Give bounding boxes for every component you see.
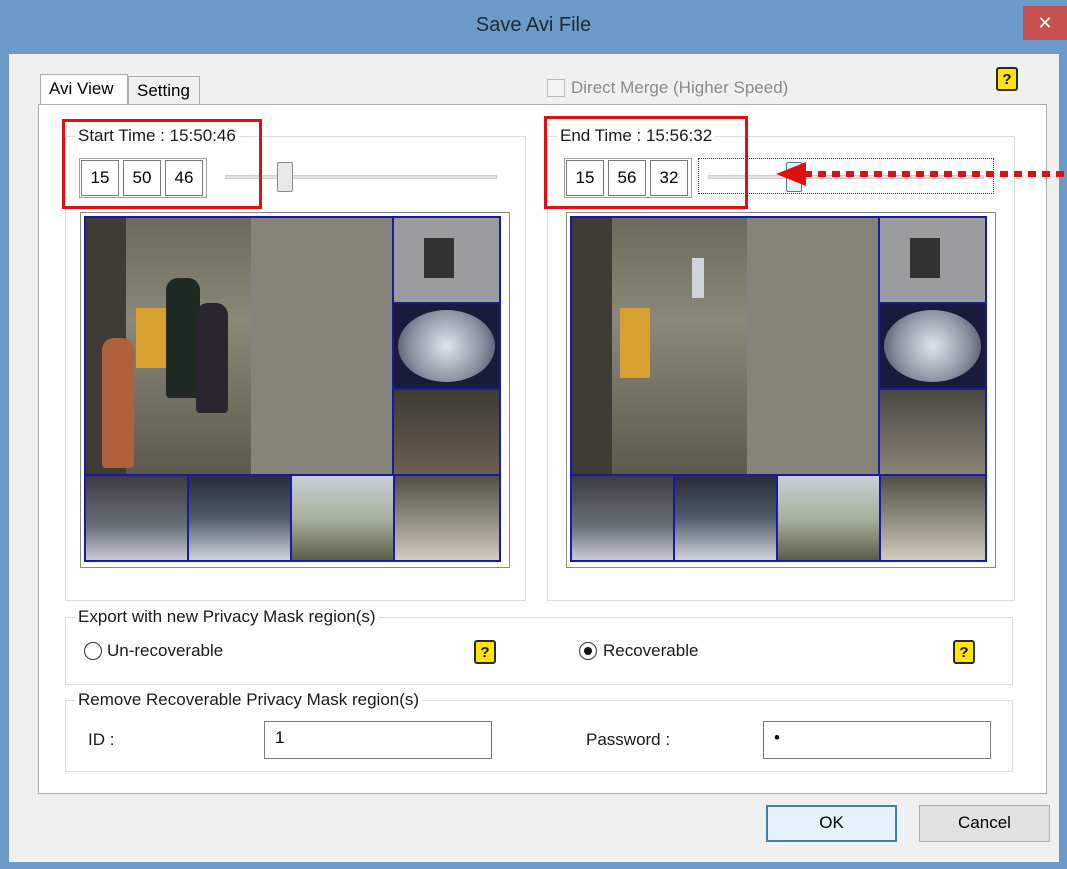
unrecoverable-radio[interactable]	[84, 642, 102, 660]
start-cam-person	[102, 338, 134, 468]
unrecoverable-help-icon[interactable]: ?	[474, 640, 496, 664]
start-time-highlight	[62, 119, 262, 209]
end-time-highlight	[544, 116, 748, 209]
start-camera-3[interactable]	[394, 304, 499, 388]
end-camera-7[interactable]	[778, 476, 879, 560]
password-label: Password :	[586, 730, 671, 749]
start-camera-4[interactable]	[394, 390, 499, 474]
start-camera-6[interactable]	[189, 476, 290, 560]
close-button[interactable]: ✕	[1023, 6, 1067, 40]
end-camera-3[interactable]	[880, 304, 985, 388]
start-cam3-fisheye	[398, 310, 495, 382]
recoverable-label[interactable]: Recoverable	[603, 641, 698, 661]
start-time-slider-track[interactable]	[225, 175, 497, 179]
end-cam-wall	[747, 218, 878, 474]
end-cam-doorframe	[572, 218, 612, 474]
end-camera-8[interactable]	[881, 476, 985, 560]
start-cam2-detail	[424, 238, 454, 278]
window-title: Save Avi File	[475, 14, 592, 36]
start-cam-wall	[251, 218, 392, 474]
annotation-arrow-head	[776, 162, 806, 186]
password-input[interactable]: •	[763, 721, 991, 759]
cancel-button[interactable]: Cancel	[919, 805, 1050, 842]
start-camera-8[interactable]	[395, 476, 499, 560]
id-label: ID :	[88, 730, 115, 749]
start-camera-2[interactable]	[394, 218, 499, 302]
start-camera-5[interactable]	[86, 476, 187, 560]
close-icon: ✕	[1037, 13, 1053, 33]
help-icon-glyph: ?	[1002, 71, 1012, 88]
end-cam2-detail	[910, 238, 940, 278]
end-camera-4[interactable]	[880, 390, 985, 474]
help-icon[interactable]: ?	[996, 67, 1018, 91]
end-cam-person	[692, 258, 704, 298]
end-cam3-fisheye	[884, 310, 981, 382]
recoverable-help-icon[interactable]: ?	[953, 640, 975, 664]
start-camera-grid	[84, 216, 501, 562]
end-camera-6[interactable]	[675, 476, 776, 560]
start-camera-main[interactable]	[86, 218, 392, 474]
tab-setting[interactable]: Setting	[128, 76, 200, 106]
help-icon-glyph: ?	[480, 644, 490, 661]
unrecoverable-label[interactable]: Un-recoverable	[107, 641, 223, 661]
ok-button[interactable]: OK	[766, 805, 897, 842]
tab-avi-view[interactable]: Avi View	[40, 74, 128, 106]
id-input[interactable]: 1	[264, 721, 492, 759]
annotation-arrow	[776, 162, 1066, 186]
end-camera-grid	[570, 216, 987, 562]
recoverable-radio[interactable]	[579, 642, 597, 660]
direct-merge-label: Direct Merge (Higher Speed)	[571, 78, 789, 97]
privacy-remove-legend: Remove Recoverable Privacy Mask region(s…	[75, 690, 423, 710]
end-cam-boxes	[620, 308, 650, 378]
tab-setting-label: Setting	[137, 81, 190, 100]
start-time-slider-thumb[interactable]	[276, 162, 293, 192]
help-icon-glyph: ?	[959, 644, 969, 661]
start-cam-person	[196, 303, 228, 413]
tab-avi-view-label: Avi View	[49, 79, 114, 98]
start-cam-boxes	[136, 308, 166, 368]
end-camera-5[interactable]	[572, 476, 673, 560]
end-camera-main[interactable]	[572, 218, 878, 474]
start-camera-7[interactable]	[292, 476, 393, 560]
end-camera-2[interactable]	[880, 218, 985, 302]
radio-selected-dot	[584, 647, 592, 655]
direct-merge-checkbox[interactable]	[547, 79, 565, 97]
privacy-export-legend: Export with new Privacy Mask region(s)	[75, 607, 379, 627]
start-cam-person	[166, 278, 200, 398]
